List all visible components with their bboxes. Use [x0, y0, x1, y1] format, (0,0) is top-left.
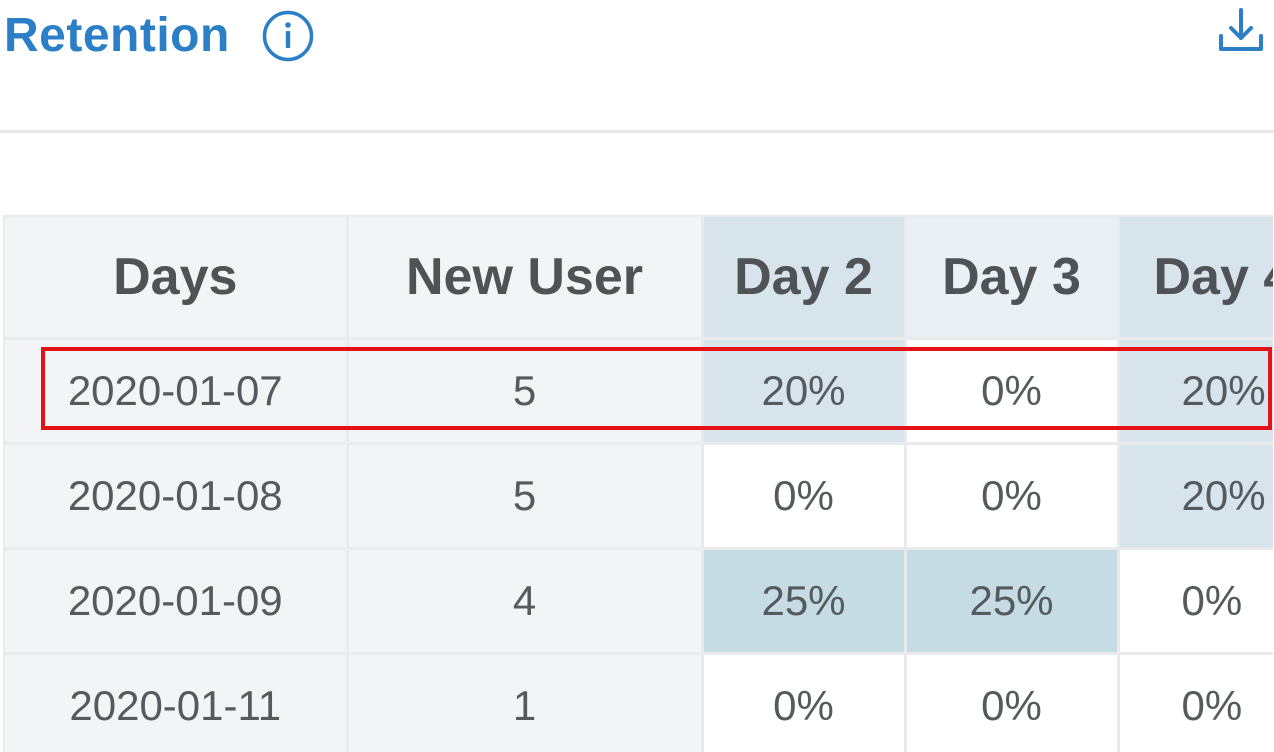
table-row[interactable]: 2020-01-11 1 0% 0% 0% — [5, 653, 1273, 752]
date-cell: 2020-01-07 — [5, 338, 349, 445]
date-cell: 2020-01-09 — [5, 548, 349, 655]
day-3-cell: 0% — [905, 443, 1120, 550]
day-2-cell: 25% — [702, 548, 907, 655]
retention-table-container[interactable]: Days New User Day 2 Day 3 Day 4 2020-01-… — [3, 215, 1273, 752]
column-header-days[interactable]: Days — [5, 217, 349, 340]
page-title: Retention — [4, 9, 230, 62]
day-3-cell: 0% — [905, 338, 1120, 445]
table-row[interactable]: 2020-01-08 5 0% 0% 20% — [5, 443, 1273, 550]
date-cell: 2020-01-11 — [5, 653, 349, 752]
new-user-cell: 4 — [347, 548, 704, 655]
day-4-cell: 20% — [1118, 338, 1273, 445]
info-circle-icon[interactable] — [262, 10, 314, 62]
day-2-cell: 0% — [702, 443, 907, 550]
table-row[interactable]: 2020-01-09 4 25% 25% 0% — [5, 548, 1273, 655]
date-cell: 2020-01-08 — [5, 443, 349, 550]
column-header-day-3[interactable]: Day 3 — [905, 217, 1120, 340]
column-header-new-user[interactable]: New User — [347, 217, 704, 340]
day-2-cell: 20% — [702, 338, 907, 445]
day-4-cell: 20% — [1118, 443, 1273, 550]
day-3-cell: 0% — [905, 653, 1120, 752]
day-2-cell: 0% — [702, 653, 907, 752]
download-icon[interactable] — [1216, 6, 1266, 56]
new-user-cell: 1 — [347, 653, 704, 752]
column-header-day-4[interactable]: Day 4 — [1118, 217, 1273, 340]
new-user-cell: 5 — [347, 443, 704, 550]
retention-table: Days New User Day 2 Day 3 Day 4 2020-01-… — [5, 217, 1273, 752]
day-3-cell: 25% — [905, 548, 1120, 655]
table-header-row: Days New User Day 2 Day 3 Day 4 — [5, 217, 1273, 340]
panel-header: Retention — [0, 0, 1274, 133]
retention-panel: Retention Days New User Day 2 Day 3 Day … — [0, 0, 1274, 752]
day-4-cell: 0% — [1118, 653, 1273, 752]
new-user-cell: 5 — [347, 338, 704, 445]
day-4-cell: 0% — [1118, 548, 1273, 655]
table-row[interactable]: 2020-01-07 5 20% 0% 20% — [5, 338, 1273, 445]
column-header-day-2[interactable]: Day 2 — [702, 217, 907, 340]
